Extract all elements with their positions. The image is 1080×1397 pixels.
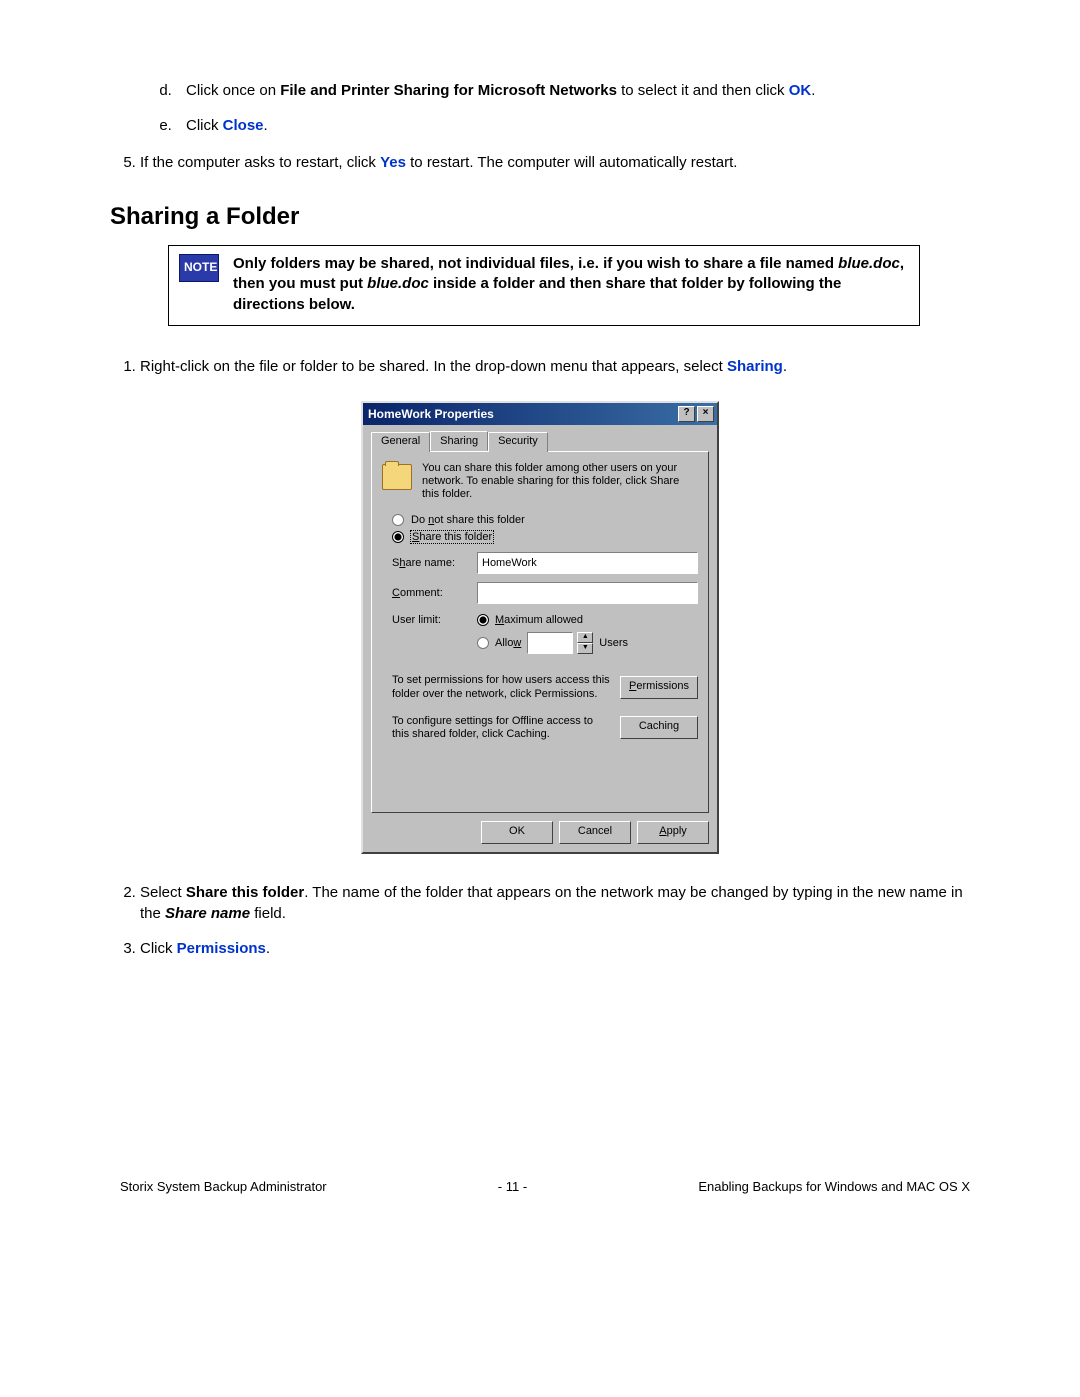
share-step-2: Select Share this folder. The name of th…	[140, 882, 970, 924]
properties-dialog: HomeWork Properties ? × General Sharing …	[361, 401, 719, 854]
allow-label: Allow	[495, 637, 521, 649]
step-e: Click Close.	[176, 117, 970, 134]
step-5-a: If the computer asks to restart, click	[140, 154, 380, 171]
radio-share[interactable]	[392, 531, 404, 543]
max-allowed-label: Maximum allowed	[495, 614, 583, 626]
spin-up-icon[interactable]: ▲	[577, 632, 593, 643]
ss1-sharing: Sharing	[727, 358, 783, 375]
comment-label: Comment:	[392, 587, 467, 599]
step-d-ok: OK	[789, 82, 812, 99]
tab-content: You can share this folder among other us…	[371, 451, 709, 813]
step-e-close: Close	[223, 117, 264, 134]
step-5-yes: Yes	[380, 154, 406, 171]
allow-spinner-input[interactable]	[527, 632, 573, 654]
ss3-a: Click	[140, 940, 177, 957]
ss3-b: .	[266, 940, 270, 957]
caching-button[interactable]: Caching	[620, 716, 698, 739]
step-d-period: .	[811, 82, 815, 99]
ok-button[interactable]: OK	[481, 821, 553, 844]
user-limit-label: User limit:	[392, 614, 467, 660]
radio-share-label: Share this folder	[410, 530, 494, 544]
max-allowed-row[interactable]: Maximum allowed	[477, 614, 698, 626]
cancel-button[interactable]: Cancel	[559, 821, 631, 844]
ss2-share: Share this folder	[186, 884, 304, 901]
section-heading: Sharing a Folder	[110, 203, 970, 231]
step-e-period: .	[264, 117, 268, 134]
note-blue1: blue.doc	[838, 255, 900, 272]
apply-button[interactable]: Apply	[637, 821, 709, 844]
radio-share-row[interactable]: Share this folder	[392, 530, 698, 544]
ss1-b: .	[783, 358, 787, 375]
radio-no-share-label: Do not share this folder	[410, 513, 526, 527]
step-d: Click once on File and Printer Sharing f…	[176, 82, 970, 99]
share-description: You can share this folder among other us…	[422, 462, 698, 502]
tab-security[interactable]: Security	[488, 432, 548, 452]
radio-allow[interactable]	[477, 637, 489, 649]
step-5: If the computer asks to restart, click Y…	[140, 152, 970, 173]
ss2-sharename: Share name	[165, 905, 250, 922]
permissions-text: To set permissions for how users access …	[392, 674, 612, 700]
comment-input[interactable]	[477, 582, 698, 604]
share-name-input[interactable]	[477, 552, 698, 574]
share-name-label: Share name:	[392, 557, 467, 569]
step-d-text-a: Click once on	[186, 82, 280, 99]
folder-icon	[382, 464, 412, 490]
dialog-titlebar: HomeWork Properties ? ×	[363, 403, 717, 425]
caching-text: To configure settings for Offline access…	[392, 715, 612, 741]
step-d-bold: File and Printer Sharing for Microsoft N…	[280, 82, 617, 99]
step-5-b: to restart. The computer will automatica…	[406, 154, 738, 171]
note-p1: Only folders may be shared, not individu…	[233, 255, 838, 272]
permissions-button[interactable]: Permissions	[620, 676, 698, 699]
tab-general[interactable]: General	[371, 432, 430, 452]
step-d-text-b: to select it and then click	[617, 82, 789, 99]
footer-page-number: - 11 -	[498, 1179, 527, 1194]
close-icon[interactable]: ×	[697, 406, 714, 422]
allow-row[interactable]: Allow ▲ ▼ Users	[477, 632, 698, 654]
share-step-1: Right-click on the file or folder to be …	[140, 356, 970, 377]
ss3-perm: Permissions	[177, 940, 266, 957]
note-icon	[179, 254, 219, 282]
note-blue2: blue.doc	[367, 275, 429, 292]
tab-sharing[interactable]: Sharing	[430, 431, 488, 451]
note-text: Only folders may be shared, not individu…	[233, 254, 909, 315]
ss2-a: Select	[140, 884, 186, 901]
step-e-text-a: Click	[186, 117, 223, 134]
dialog-title: HomeWork Properties	[366, 407, 678, 421]
radio-max-allowed[interactable]	[477, 614, 489, 626]
radio-no-share[interactable]	[392, 514, 404, 526]
users-label: Users	[599, 637, 628, 649]
footer-right: Enabling Backups for Windows and MAC OS …	[698, 1179, 970, 1194]
spin-down-icon[interactable]: ▼	[577, 643, 593, 654]
radio-no-share-row[interactable]: Do not share this folder	[392, 513, 698, 527]
help-button[interactable]: ?	[678, 406, 695, 422]
share-step-3: Click Permissions.	[140, 938, 970, 959]
ss2-c: field.	[250, 905, 286, 922]
ss1-a: Right-click on the file or folder to be …	[140, 358, 727, 375]
note-box: Only folders may be shared, not individu…	[168, 245, 920, 326]
page-footer: Storix System Backup Administrator - 11 …	[110, 1179, 970, 1194]
footer-left: Storix System Backup Administrator	[120, 1179, 327, 1194]
